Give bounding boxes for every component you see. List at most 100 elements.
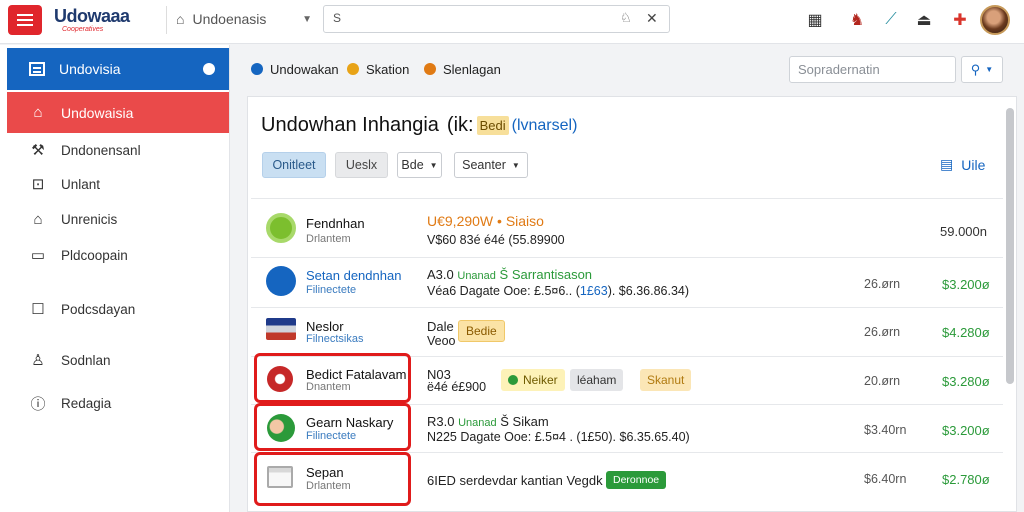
title-link[interactable]: (lvnarsel) [512, 117, 578, 135]
row-code: A3.0 [427, 267, 454, 282]
sidebar-item-label: Unlant [61, 176, 101, 192]
status-badge: Deronnoe [606, 471, 667, 489]
plus-cross-icon[interactable]: ✚ [948, 8, 972, 32]
row-name[interactable]: Bedict Fatalavam [306, 367, 406, 382]
row-status: Unanad [457, 270, 496, 282]
row-sub: Dnantem [306, 381, 351, 393]
primary-button[interactable]: Onitleet [262, 152, 326, 178]
dropdown-1[interactable]: Bde ▼ [397, 152, 442, 178]
row-amount: $3.200ø [942, 277, 990, 292]
product-icon [266, 213, 296, 243]
row-name[interactable]: Fendnhan [306, 216, 365, 231]
info-icon: ⓘ [30, 395, 46, 413]
filter-input[interactable]: Sopradernatin [789, 56, 956, 83]
sidebar-item-label: Sodnlan [61, 352, 111, 368]
dot-icon [347, 63, 359, 75]
title-badge: Bedi [476, 116, 509, 135]
tools-icon: ⚒ [31, 142, 45, 159]
eject-icon[interactable]: ⏏ [912, 8, 936, 32]
row-amount: $2.780ø [942, 472, 990, 487]
pill-label: Undowakan [270, 61, 339, 77]
badge-label: Neiker [523, 373, 558, 387]
row-code: Dale [427, 319, 454, 334]
hamburger-menu-icon[interactable] [8, 5, 42, 35]
app-logo[interactable]: Udowaaa [54, 6, 130, 27]
dot-icon [251, 63, 263, 75]
sidebar-item-4[interactable]: ▭ Pldcoopain [7, 238, 229, 272]
row-amount: $3.200ø [942, 423, 990, 438]
sidebar-item-1[interactable]: ⚒ Dndonensanl [7, 133, 229, 167]
status-badge: Bedie [458, 320, 505, 342]
row-name[interactable]: Sepan [306, 465, 344, 480]
row-detail: Veoo [427, 334, 456, 348]
filter-search-button[interactable]: ⚲ ▼ [961, 56, 1003, 83]
sidebar-item-label: Undowaisia [61, 104, 134, 121]
pill-filter-3[interactable]: Slenlagan [424, 58, 501, 80]
sidebar-item-label: Unrenicis [61, 211, 118, 227]
row-name[interactable]: Gearn Naskary [306, 415, 393, 430]
row-detail: ). $6.36.86.34) [607, 284, 690, 298]
row-qty: 20.ørn [864, 374, 901, 388]
divider [251, 307, 1003, 308]
row-detail: ë4é é£900 [427, 380, 487, 394]
chevron-down-icon: ▼ [302, 13, 312, 25]
dot-icon [424, 63, 436, 75]
magic-wand-icon[interactable]: ⟋ [879, 8, 903, 32]
sidebar-item-label: Pldcoopain [61, 247, 128, 263]
title-paren: (ik: [446, 114, 474, 136]
search-icon: S [333, 11, 342, 25]
search-icon: ⚲ [970, 61, 981, 77]
wrench-icon [266, 266, 296, 296]
secondary-button[interactable]: Ueslx [335, 152, 388, 178]
window-icon [267, 466, 293, 488]
sidebar-item-7[interactable]: ⓘ Redagia [7, 386, 229, 420]
list-icon [29, 62, 45, 76]
avatar[interactable] [980, 5, 1010, 35]
row-detail-link[interactable]: 1£63 [580, 284, 608, 298]
row-name[interactable]: Setan dendnhan [306, 268, 401, 283]
mask-icon[interactable]: ♞ [845, 8, 869, 32]
pill-filter-2[interactable]: Skation [347, 58, 409, 80]
row-sub: Drlantem [306, 480, 351, 492]
row-name[interactable]: Neslor [306, 319, 344, 334]
row-detail: Véa6 Dagate Ooe: £.5¤6.. ( [427, 284, 580, 298]
title-text: Undowhan Inhangia [261, 114, 439, 136]
status-dot-icon [203, 63, 215, 75]
row-status: Unanad [458, 417, 497, 429]
sidebar-item-3[interactable]: ⌂ Unrenicis [7, 202, 229, 236]
close-icon[interactable]: ✕ [646, 10, 658, 27]
row-qty: 26.ørn [864, 277, 901, 291]
document-icon: ▭ [30, 247, 46, 264]
dropdown-2[interactable]: Seanter ▼ [454, 152, 528, 178]
row-detail: V$60 83é é4é (55.89900 [427, 233, 565, 247]
table-icon: ▤ [940, 156, 954, 172]
view-link[interactable]: ▤ Uile [940, 156, 985, 173]
sidebar-item-active[interactable]: ⌂ Undowaisia [7, 92, 229, 133]
sidebar-item-label: Dndonensanl [61, 142, 141, 158]
search-input[interactable]: S ♘ ✕ [323, 5, 670, 33]
camera-icon: ⊡ [31, 176, 45, 193]
row-amount: $4.280ø [942, 325, 990, 340]
sidebar-item-6[interactable]: ♙ Sodnlan [7, 343, 229, 377]
check-icon [508, 375, 518, 385]
bell-icon[interactable]: ♘ [620, 10, 632, 26]
square-icon: ☐ [31, 301, 45, 318]
sidebar-header[interactable]: Undovisia [7, 48, 229, 90]
flag-icon [266, 318, 296, 340]
clipboard-icon[interactable]: ▦ [803, 8, 827, 32]
user-icon: ♙ [31, 352, 45, 369]
dropdown-label: Bde [401, 158, 424, 172]
sidebar-item-2[interactable]: ⊡ Unlant [7, 167, 229, 201]
home-icon: ⌂ [33, 210, 43, 228]
chevron-down-icon: ▼ [429, 160, 438, 170]
workspace-select[interactable]: ⌂ Undoenasis ▼ [176, 6, 312, 32]
workspace-label: Undoenasis [192, 11, 267, 27]
pill-filter-1[interactable]: Undowakan [251, 58, 339, 80]
sidebar-item-5[interactable]: ☐ Podcsdayan [7, 292, 229, 326]
scrollbar[interactable] [1006, 108, 1014, 384]
app-logo-tagline: Cooperatives [62, 26, 104, 33]
row-detail: N225 Dagate Ooe: £.5¤4 . (1£50). $6.35.6… [427, 430, 690, 444]
row-status-text: Š Sikam [500, 414, 549, 429]
row-sub: Filinectete [306, 284, 357, 296]
row-amount: 59.000n [940, 224, 987, 239]
